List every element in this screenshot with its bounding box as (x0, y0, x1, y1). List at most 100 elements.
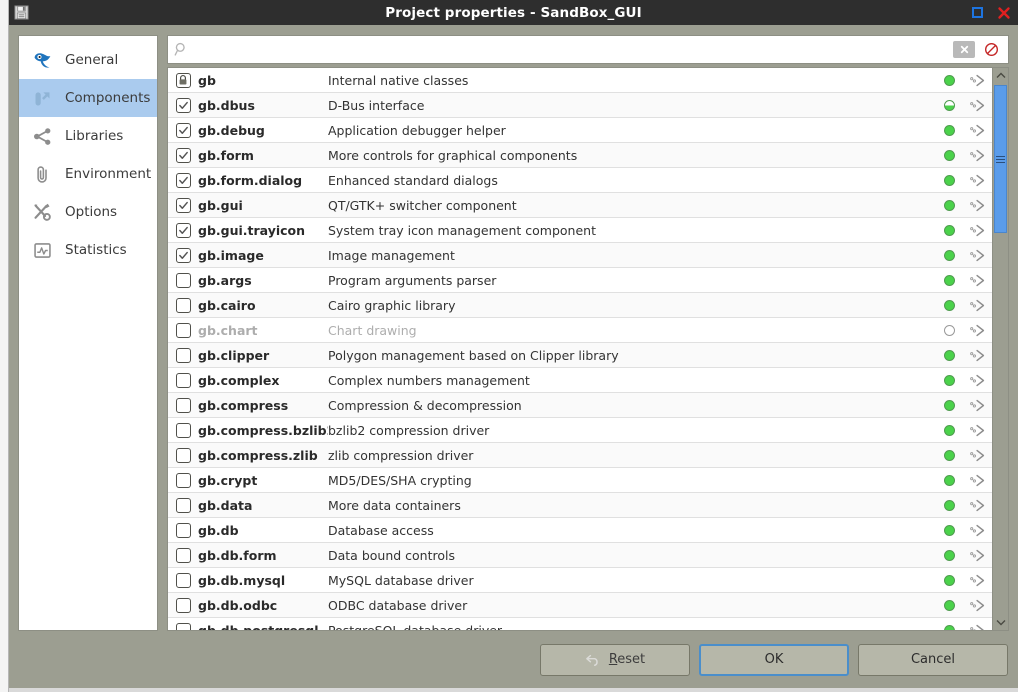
status-dot-full (934, 500, 964, 511)
component-row[interactable]: gb.gui.trayiconSystem tray icon manageme… (168, 218, 992, 243)
details-chevron-icon[interactable] (964, 399, 992, 412)
status-dot-empty (934, 325, 964, 336)
details-chevron-icon[interactable] (964, 149, 992, 162)
title-bar: Project properties - SandBox_GUI (9, 0, 1018, 25)
component-row[interactable]: gb.compress.bzlib2bzlib2 compression dri… (168, 418, 992, 443)
details-chevron-icon[interactable] (964, 474, 992, 487)
checkbox-unchecked[interactable] (168, 323, 198, 338)
details-chevron-icon[interactable] (964, 499, 992, 512)
scrollbar-thumb[interactable] (994, 85, 1007, 233)
sidebar-item-general[interactable]: General (19, 41, 157, 79)
component-row[interactable]: gb.complexComplex numbers management (168, 368, 992, 393)
component-row[interactable]: gb.cairoCairo graphic library (168, 293, 992, 318)
sidebar-item-components[interactable]: Components (19, 79, 157, 117)
details-chevron-icon[interactable] (964, 574, 992, 587)
component-row[interactable]: gb.db.formData bound controls (168, 543, 992, 568)
scroll-up-icon[interactable] (993, 68, 1008, 83)
checkbox-unchecked[interactable] (168, 548, 198, 563)
details-chevron-icon[interactable] (964, 99, 992, 112)
sidebar-item-environment[interactable]: Environment (19, 155, 157, 193)
checkbox-checked[interactable] (168, 148, 198, 163)
component-row[interactable]: gb.db.odbcODBC database driver (168, 593, 992, 618)
component-row[interactable]: gb.form.dialogEnhanced standard dialogs (168, 168, 992, 193)
status-dot-full (934, 225, 964, 236)
checkbox-unchecked[interactable] (168, 348, 198, 363)
cancel-button[interactable]: Cancel (858, 644, 1008, 676)
status-dot-full (934, 475, 964, 486)
checkbox-unchecked[interactable] (168, 523, 198, 538)
checkbox-unchecked[interactable] (168, 398, 198, 413)
details-chevron-icon[interactable] (964, 199, 992, 212)
component-row[interactable]: gb.db.mysqlMySQL database driver (168, 568, 992, 593)
component-row[interactable]: gb.formMore controls for graphical compo… (168, 143, 992, 168)
details-chevron-icon[interactable] (964, 424, 992, 437)
component-row[interactable]: gb.compress.zlibzlib compression driver (168, 443, 992, 468)
details-chevron-icon[interactable] (964, 524, 992, 537)
sidebar-item-statistics[interactable]: Statistics (19, 231, 157, 269)
checkbox-unchecked[interactable] (168, 373, 198, 388)
component-name: gb (198, 73, 328, 88)
scrollbar-track[interactable] (993, 83, 1008, 615)
checkbox-unchecked[interactable] (168, 423, 198, 438)
checkbox-checked[interactable] (168, 98, 198, 113)
checkbox-checked[interactable] (168, 173, 198, 188)
scroll-down-icon[interactable] (993, 615, 1008, 630)
component-row[interactable]: gb.dbDatabase access (168, 518, 992, 543)
reset-button[interactable]: Reset (540, 644, 690, 676)
checkbox-checked[interactable] (168, 248, 198, 263)
checkbox-checked[interactable] (168, 123, 198, 138)
details-chevron-icon[interactable] (964, 299, 992, 312)
details-chevron-icon[interactable] (964, 624, 992, 631)
details-chevron-icon[interactable] (964, 324, 992, 337)
close-icon[interactable] (997, 6, 1011, 20)
checkbox-unchecked[interactable] (168, 273, 198, 288)
component-description: Enhanced standard dialogs (328, 173, 934, 188)
component-row[interactable]: gb.chartChart drawing (168, 318, 992, 343)
component-row[interactable]: gb.debugApplication debugger helper (168, 118, 992, 143)
component-row[interactable]: gb.imageImage management (168, 243, 992, 268)
checkbox-unchecked[interactable] (168, 298, 198, 313)
checkbox-unchecked[interactable] (168, 448, 198, 463)
details-chevron-icon[interactable] (964, 249, 992, 262)
details-chevron-icon[interactable] (964, 374, 992, 387)
component-row[interactable]: gb.compressCompression & decompression (168, 393, 992, 418)
project-properties-window: Project properties - SandBox_GUI (9, 0, 1018, 688)
checkbox-checked[interactable] (168, 223, 198, 238)
clear-x-icon[interactable] (953, 41, 975, 58)
checkbox-unchecked[interactable] (168, 623, 198, 631)
maximize-icon[interactable] (970, 6, 984, 20)
component-row[interactable]: gb.argsProgram arguments parser (168, 268, 992, 293)
component-row[interactable]: gb.db.postgresqlPostgreSQL database driv… (168, 618, 992, 630)
component-row[interactable]: gb.dataMore data containers (168, 493, 992, 518)
forbidden-icon[interactable] (980, 42, 1002, 57)
component-row[interactable]: gb.guiQT/GTK+ switcher component (168, 193, 992, 218)
component-name: gb.form.dialog (198, 173, 328, 188)
details-chevron-icon[interactable] (964, 549, 992, 562)
details-chevron-icon[interactable] (964, 274, 992, 287)
sidebar-item-options[interactable]: Options (19, 193, 157, 231)
checkbox-checked[interactable] (168, 198, 198, 213)
details-chevron-icon[interactable] (964, 224, 992, 237)
components-list[interactable]: gbInternal native classesgb.dbusD-Bus in… (168, 68, 992, 630)
sidebar-item-label: Options (65, 204, 117, 220)
ok-button[interactable]: OK (699, 644, 849, 676)
sidebar-item-libraries[interactable]: Libraries (19, 117, 157, 155)
checkbox-unchecked[interactable] (168, 498, 198, 513)
checkbox-unchecked[interactable] (168, 473, 198, 488)
details-chevron-icon[interactable] (964, 349, 992, 362)
lock-icon[interactable] (168, 73, 198, 88)
details-chevron-icon[interactable] (964, 124, 992, 137)
component-row[interactable]: gb.dbusD-Bus interface (168, 93, 992, 118)
checkbox-unchecked[interactable] (168, 598, 198, 613)
components-scrollbar[interactable] (992, 68, 1008, 630)
details-chevron-icon[interactable] (964, 449, 992, 462)
details-chevron-icon[interactable] (964, 174, 992, 187)
checkbox-unchecked[interactable] (168, 573, 198, 588)
components-panel: gbInternal native classesgb.dbusD-Bus in… (167, 35, 1009, 631)
search-input[interactable] (194, 36, 953, 63)
component-row[interactable]: gb.cryptMD5/DES/SHA crypting (168, 468, 992, 493)
details-chevron-icon[interactable] (964, 599, 992, 612)
component-row[interactable]: gb.clipperPolygon management based on Cl… (168, 343, 992, 368)
component-row[interactable]: gbInternal native classes (168, 68, 992, 93)
details-chevron-icon[interactable] (964, 74, 992, 87)
